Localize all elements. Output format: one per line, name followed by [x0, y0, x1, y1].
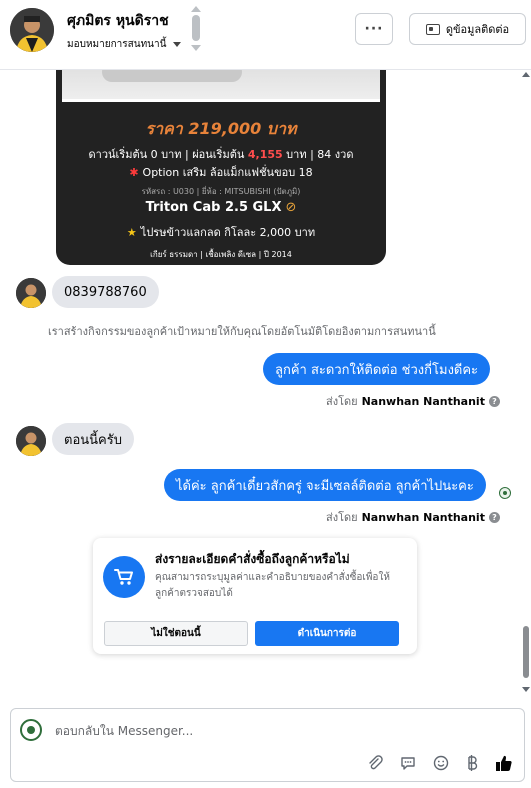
car-model: Triton Cab 2.5 GLX — [145, 200, 282, 215]
car-specs-line: เกียร์ ธรรมดา | เชื้อเพลิง ดีเซล | ปี 20… — [150, 250, 292, 259]
outgoing-message[interactable]: ลูกค้า สะดวกให้ติดต่อ ช่วงกี่โมงดีคะ — [263, 353, 491, 385]
verified-check-icon: ⊘ — [285, 200, 297, 215]
emoji-icon[interactable] — [431, 753, 451, 773]
sender-name: Nanwhan Nanthanit — [361, 394, 485, 408]
reply-input[interactable] — [55, 721, 475, 741]
help-icon[interactable]: ? — [488, 395, 500, 407]
scroll-down-arrow-icon[interactable] — [522, 687, 530, 692]
page-avatar — [20, 719, 42, 741]
down-payment-text: ดาวน์เริ่มต้น 0 บาท | ผ่อนเริ่มต้น — [88, 148, 245, 161]
trade-in-line: ★ ไปรษข้าวแลกลด กิโลละ 2,000 บาท — [56, 223, 386, 241]
scroll-up-arrow-icon[interactable] — [522, 72, 530, 77]
asterisk-icon: ✱ — [129, 166, 139, 179]
chevron-down-icon[interactable] — [191, 45, 201, 51]
attach-icon[interactable] — [365, 753, 385, 773]
assign-label: มอบหมายการสนทนานี้ — [67, 39, 167, 50]
contact-name: ศุภมิตร หุนดิราช — [67, 13, 169, 29]
chat-scrollbar[interactable] — [521, 70, 531, 700]
outgoing-message[interactable]: ได้ค่ะ ลูกค้าเดี๋ยวสักครู่ จะมีเซลล์ติดต… — [164, 469, 486, 501]
contact-card-icon — [425, 23, 440, 35]
more-options-button[interactable]: ··· — [355, 13, 393, 45]
product-image-message[interactable]: ราคา 219,000 บาท ดาวน์เริ่มต้น 0 บาท | ผ… — [56, 70, 386, 265]
star-icon: ★ — [126, 226, 137, 239]
sent-by-prefix: ส่งโดย — [326, 511, 358, 524]
sender-name: Nanwhan Nanthanit — [361, 510, 485, 524]
view-contact-label: ดูข้อมูลติดต่อ — [445, 23, 510, 36]
assign-conversation-dropdown[interactable]: มอบหมายการสนทนานี้ — [67, 37, 182, 52]
order-prompt-title: ส่งรายละเอียดคำสั่งซื้อถึงลูกค้าหรือไม่ — [155, 552, 350, 566]
car-code-line: รหัสรถ : U030 | ยี่ห้อ : MITSUBISHI (ปัต… — [141, 187, 301, 196]
option-line: ✱ Option เสริม ล้อแม็กแฟชั่นขอบ 18 — [56, 163, 386, 181]
continue-button[interactable]: ดำเนินการต่อ — [255, 621, 399, 646]
shopping-cart-icon — [103, 556, 145, 598]
not-now-button[interactable]: ไม่ใช่ตอนนี้ — [104, 621, 248, 646]
reply-composer — [10, 708, 525, 782]
sent-by-label: ส่งโดย Nanwhan Nanthanit ? — [326, 508, 500, 526]
order-prompt-description: คุณสามารถระบุมูลค่าและคำอธิบายของคำสั่งซ… — [155, 572, 390, 599]
navigation-handle — [192, 15, 200, 41]
contact-avatar-small[interactable] — [16, 278, 46, 308]
order-details-prompt: ส่งรายละเอียดคำสั่งซื้อถึงลูกค้าหรือไม่ … — [93, 538, 417, 654]
message-list[interactable]: ราคา 219,000 บาท ดาวน์เริ่มต้น 0 บาท | ผ… — [0, 70, 531, 700]
option-text: Option เสริม ล้อแม็กแฟชั่นขอบ 18 — [142, 166, 313, 179]
down-payment-line: ดาวน์เริ่มต้น 0 บาท | ผ่อนเริ่มต้น 4,155… — [56, 145, 386, 163]
thread-navigation[interactable] — [188, 6, 204, 54]
messenger-inbox-thread: ศุภมิตร หุนดิราช มอบหมายการสนทนานี้ ··· … — [0, 0, 531, 788]
help-icon[interactable]: ? — [488, 511, 500, 523]
chevron-up-icon[interactable] — [191, 6, 201, 12]
installment-text: บาท | 84 งวด — [286, 148, 354, 161]
trade-in-text: ไปรษข้าวแลกลด กิโลละ 2,000 บาท — [140, 226, 316, 239]
baht-icon[interactable] — [462, 753, 482, 773]
incoming-message[interactable]: ตอนนี้ครับ — [52, 423, 134, 455]
view-contact-button[interactable]: ดูข้อมูลติดต่อ — [409, 13, 526, 45]
conversation-header: ศุภมิตร หุนดิราช มอบหมายการสนทนานี้ ··· … — [0, 0, 531, 70]
system-notice: เราสร้างกิจกรรมของลูกค้าเป้าหมายให้กับคุ… — [48, 325, 436, 338]
contact-avatar-small[interactable] — [16, 426, 46, 456]
monthly-payment: 4,155 — [247, 148, 283, 161]
seen-avatar-icon — [499, 487, 511, 499]
scrollbar-thumb[interactable] — [523, 626, 529, 678]
product-price: ราคา 219,000 บาท — [145, 119, 297, 138]
car-model-line: Triton Cab 2.5 GLX ⊘ — [56, 200, 386, 215]
incoming-message[interactable]: 0839788760 — [52, 276, 159, 308]
contact-avatar[interactable] — [10, 8, 54, 52]
like-icon[interactable] — [494, 753, 514, 773]
sent-by-label: ส่งโดย Nanwhan Nanthanit ? — [326, 392, 500, 410]
car-photo — [62, 70, 380, 102]
sent-by-prefix: ส่งโดย — [326, 395, 358, 408]
saved-reply-icon[interactable] — [398, 753, 418, 773]
chevron-down-icon — [173, 42, 182, 47]
